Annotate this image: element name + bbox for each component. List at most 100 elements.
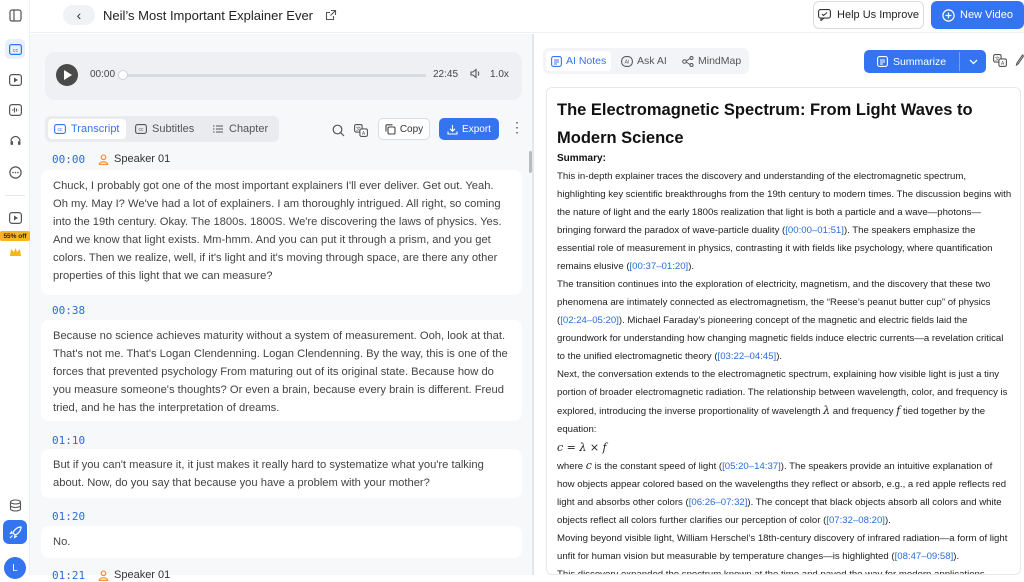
progress-knob[interactable] bbox=[118, 70, 128, 80]
export-label: Export bbox=[462, 123, 491, 135]
tab-ai-notes[interactable]: AI Notes bbox=[546, 51, 612, 71]
notes-paragraph: Next, the conversation extends to the el… bbox=[557, 366, 1012, 439]
svg-text:cc: cc bbox=[58, 127, 64, 133]
timestamp-link[interactable]: [05:20–14:37] bbox=[722, 461, 781, 472]
speed-button[interactable]: 1.0x bbox=[490, 69, 509, 80]
summarize-main[interactable]: Summarize bbox=[864, 50, 959, 73]
notes-translate-icon[interactable]: 文A bbox=[993, 54, 1007, 70]
duration: 22:45 bbox=[433, 69, 459, 80]
export-button[interactable]: Export bbox=[439, 118, 499, 140]
mindmap-icon bbox=[682, 55, 694, 67]
segment-time[interactable]: 01:10 bbox=[52, 434, 85, 447]
volume-icon[interactable] bbox=[470, 68, 482, 82]
ai-chat-icon: AI bbox=[621, 55, 633, 67]
speaker-label: Speaker 01 bbox=[98, 569, 170, 581]
notes-body: This in-depth explainer traces the disco… bbox=[557, 168, 1012, 575]
avatar[interactable]: L bbox=[4, 557, 26, 579]
back-button[interactable]: ‹ bbox=[63, 5, 95, 25]
tab-chapter[interactable]: Chapter bbox=[206, 119, 274, 139]
svg-text:AI: AI bbox=[625, 59, 630, 65]
tab-ask-ai-label: Ask AI bbox=[637, 55, 667, 67]
notes-icon bbox=[551, 55, 562, 67]
timestamp-link[interactable]: [02:24–05:20] bbox=[560, 315, 619, 326]
tab-subtitles-label: Subtitles bbox=[152, 123, 195, 135]
plus-circle-icon bbox=[942, 8, 955, 22]
left-rail: cc 55% off L bbox=[0, 0, 30, 579]
notes-text: ). bbox=[884, 515, 891, 526]
timestamp-link[interactable]: [08:47–09:58] bbox=[895, 551, 954, 562]
play-button[interactable] bbox=[56, 64, 78, 86]
copy-icon bbox=[385, 123, 396, 135]
tab-ask-ai[interactable]: AI Ask AI bbox=[616, 51, 672, 71]
timestamp-link[interactable]: [00:37–01:20] bbox=[630, 261, 689, 272]
notes-paragraph: This discovery expanded the spectrum kno… bbox=[557, 569, 988, 575]
notes-paragraph: where c is the constant speed of light (… bbox=[557, 457, 1012, 530]
tab-transcript[interactable]: cc Transcript bbox=[48, 119, 126, 139]
segment-text: But if you can't measure it, it just mak… bbox=[41, 449, 522, 498]
video-nav-icon[interactable] bbox=[5, 70, 25, 90]
discount-badge[interactable]: 55% off bbox=[0, 231, 30, 241]
timestamp-link[interactable]: [06:26–07:32] bbox=[689, 497, 748, 508]
summarize-button[interactable]: Summarize bbox=[864, 50, 986, 73]
podcast-nav-icon[interactable] bbox=[5, 131, 25, 151]
notes-text: ). bbox=[953, 551, 960, 562]
speaker-name: Speaker 01 bbox=[114, 153, 171, 165]
person-icon bbox=[98, 569, 109, 581]
tab-mindmap-label: MindMap bbox=[698, 55, 742, 67]
summary-label: Summary: bbox=[557, 153, 606, 164]
help-label: Help Us Improve bbox=[837, 9, 919, 21]
speaker-label: Speaker 01 bbox=[98, 153, 170, 165]
notes-title: The Electromagnetic Spectrum: From Light… bbox=[557, 101, 973, 147]
progress-track[interactable] bbox=[121, 74, 426, 77]
timestamp-link[interactable]: [00:00–01:51] bbox=[785, 225, 844, 236]
timestamp-link[interactable]: [07:32–08:20] bbox=[826, 515, 885, 526]
audio-nav-icon[interactable] bbox=[5, 100, 25, 120]
copy-button[interactable]: Copy bbox=[378, 118, 430, 140]
segment-time[interactable]: 01:21 bbox=[52, 569, 85, 582]
help-us-improve-button[interactable]: Help Us Improve bbox=[813, 1, 924, 29]
tab-chapter-label: Chapter bbox=[229, 123, 269, 135]
equation: c = λ × f bbox=[557, 441, 607, 454]
svg-text:cc: cc bbox=[139, 127, 145, 133]
summary-icon bbox=[876, 56, 888, 67]
translate-icon[interactable]: 文A bbox=[352, 121, 370, 139]
segment-text: Chuck, I probably got one of the most im… bbox=[41, 170, 522, 295]
notes-text: ). bbox=[688, 261, 695, 272]
notes-paragraph: Moving beyond visible light, William Her… bbox=[557, 530, 1012, 566]
segment-time[interactable]: 00:38 bbox=[52, 304, 85, 317]
crown-icon[interactable] bbox=[5, 242, 25, 262]
transcript-nav-icon[interactable]: cc bbox=[5, 39, 25, 59]
tab-mindmap[interactable]: MindMap bbox=[677, 51, 746, 71]
recordings-nav-icon[interactable] bbox=[5, 208, 25, 228]
rail-divider bbox=[5, 195, 25, 196]
search-icon[interactable] bbox=[329, 121, 347, 139]
notes-tabs: AI Notes AI Ask AI MindMap bbox=[543, 48, 749, 74]
current-time: 00:00 bbox=[90, 69, 116, 80]
segment-time[interactable]: 01:20 bbox=[52, 510, 85, 523]
more-nav-icon[interactable] bbox=[5, 162, 25, 182]
segment-time[interactable]: 00:00 bbox=[52, 153, 85, 166]
chevron-down-icon[interactable] bbox=[960, 50, 986, 73]
notes-text: is the constant speed of light ( bbox=[591, 461, 723, 472]
segment-text: Because no science achieves maturity wit… bbox=[41, 320, 522, 421]
tab-transcript-label: Transcript bbox=[71, 123, 120, 135]
speaker-name: Speaker 01 bbox=[114, 569, 171, 581]
notes-text: ). bbox=[776, 351, 783, 362]
open-external-icon[interactable] bbox=[325, 9, 337, 21]
svg-text:文: 文 bbox=[995, 55, 1000, 62]
library-icon[interactable] bbox=[5, 495, 25, 515]
tab-subtitles[interactable]: cc Subtitles bbox=[129, 119, 200, 139]
rocket-icon[interactable] bbox=[3, 520, 27, 544]
more-options-icon[interactable]: ⋮ bbox=[510, 119, 524, 136]
panel-divider[interactable] bbox=[532, 34, 534, 575]
transcript-panel: 00:00 22:45 1.0x cc Transcript cc Subtit… bbox=[30, 34, 532, 582]
timestamp-link[interactable]: [03:22–04:45] bbox=[718, 351, 777, 362]
copy-label: Copy bbox=[399, 123, 424, 135]
pen-icon[interactable] bbox=[1015, 54, 1024, 69]
transcript-tabs: cc Transcript cc Subtitles Chapter bbox=[45, 116, 279, 142]
summarize-label: Summarize bbox=[892, 55, 947, 68]
new-video-button[interactable]: New Video bbox=[931, 1, 1024, 29]
svg-text:文: 文 bbox=[356, 125, 361, 132]
sidebar-toggle-icon[interactable] bbox=[5, 5, 25, 25]
notes-paragraph: This in-depth explainer traces the disco… bbox=[557, 168, 1012, 276]
